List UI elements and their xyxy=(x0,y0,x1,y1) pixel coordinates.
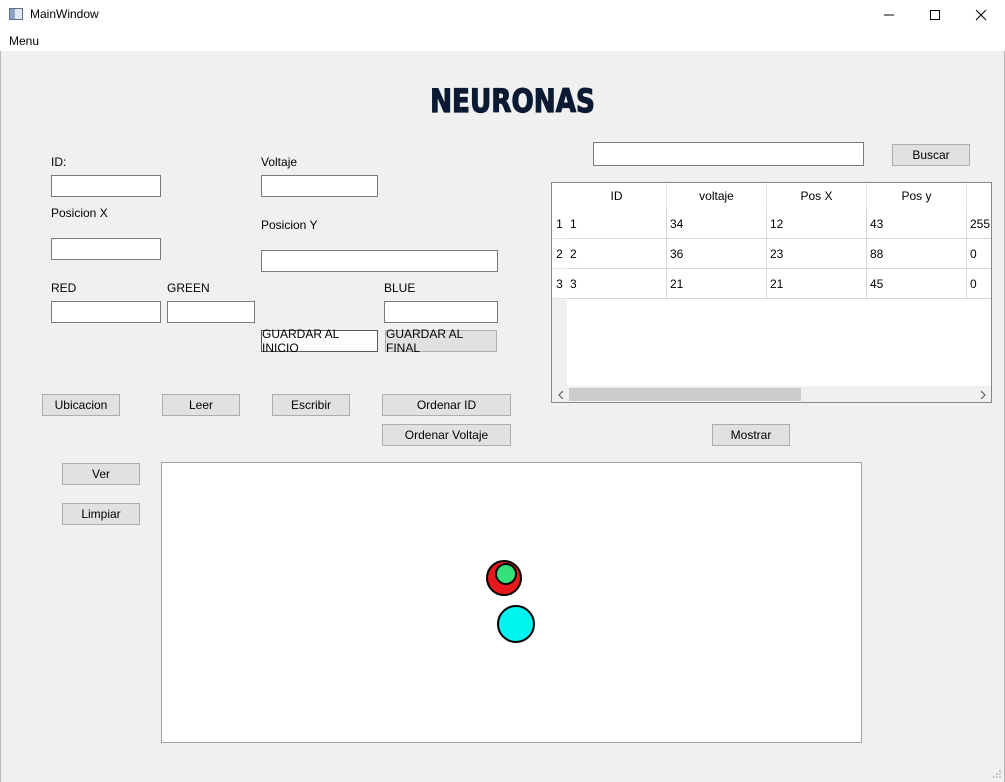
buscar-button[interactable]: Buscar xyxy=(892,144,970,166)
row-header-fill xyxy=(552,299,567,387)
title-bar: MainWindow xyxy=(0,0,1005,30)
limpiar-button[interactable]: Limpiar xyxy=(62,503,140,525)
posicion-x-input[interactable] xyxy=(51,238,161,260)
table-cell[interactable]: 34 xyxy=(667,209,767,239)
id-label: ID: xyxy=(51,155,67,169)
chevron-left-icon[interactable] xyxy=(552,386,569,402)
table-cell[interactable]: 12 xyxy=(767,209,867,239)
column-header-pos-x[interactable]: Pos X xyxy=(767,183,867,209)
row-header[interactable]: 3 xyxy=(552,269,567,299)
row-header[interactable]: 1 xyxy=(552,209,567,239)
resize-grip-icon[interactable] xyxy=(992,769,1002,779)
voltaje-label: Voltaje xyxy=(261,155,298,169)
search-input[interactable] xyxy=(593,142,864,166)
ubicacion-button[interactable]: Ubicacion xyxy=(42,394,120,416)
window-title: MainWindow xyxy=(30,7,99,21)
guardar-al-final-button[interactable]: GUARDAR AL FINAL xyxy=(385,327,497,355)
ordenar-voltaje-button[interactable]: Ordenar Voltaje xyxy=(382,424,511,446)
table-cell[interactable]: 0 xyxy=(967,239,991,269)
page-title: NEURONAS xyxy=(430,81,596,120)
table-cell[interactable]: 2 xyxy=(567,239,667,269)
column-header-voltaje[interactable]: voltaje xyxy=(667,183,767,209)
neuron-cyan-circle xyxy=(497,605,535,643)
maximize-button[interactable] xyxy=(912,0,958,30)
table-cell[interactable]: 23 xyxy=(767,239,867,269)
mostrar-button[interactable]: Mostrar xyxy=(712,424,790,446)
green-label: GREEN xyxy=(167,281,210,295)
blue-label: BLUE xyxy=(384,281,416,295)
table-cell[interactable]: 88 xyxy=(867,239,967,269)
close-button[interactable] xyxy=(958,0,1004,30)
table-cell[interactable]: 0 xyxy=(967,269,991,299)
posicion-x-label: Posicion X xyxy=(51,206,108,220)
row-header[interactable]: 2 xyxy=(552,239,567,269)
red-label: RED xyxy=(51,281,77,295)
table-cell[interactable]: 1 xyxy=(567,209,667,239)
voltaje-input[interactable] xyxy=(261,175,378,197)
posicion-y-label: Posicion Y xyxy=(261,218,318,232)
table-cell[interactable]: 45 xyxy=(867,269,967,299)
posicion-y-input[interactable] xyxy=(261,250,498,272)
ordenar-id-button[interactable]: Ordenar ID xyxy=(382,394,511,416)
column-header-pos-y[interactable]: Pos y xyxy=(867,183,967,209)
escribir-button[interactable]: Escribir xyxy=(272,394,350,416)
red-input[interactable] xyxy=(51,301,161,323)
green-input[interactable] xyxy=(167,301,255,323)
horizontal-scrollbar[interactable] xyxy=(552,386,991,402)
close-icon xyxy=(975,9,987,21)
ver-button[interactable]: Ver xyxy=(62,463,140,485)
menu-bar: Menu xyxy=(0,30,1005,51)
table-cell[interactable]: 21 xyxy=(667,269,767,299)
neuron-green-circle xyxy=(495,563,517,585)
blue-input[interactable] xyxy=(384,301,498,323)
neuron-table[interactable]: ID voltaje Pos X Pos y 1 2 3 1 34 12 43 … xyxy=(551,182,992,403)
column-header-partial[interactable] xyxy=(967,183,991,209)
window-border-left xyxy=(0,51,1,782)
table-cell[interactable]: 255 xyxy=(967,209,991,239)
neuron-scene xyxy=(486,560,535,643)
minimize-icon xyxy=(884,14,894,16)
table-corner xyxy=(552,183,567,209)
menu-item-menu[interactable]: Menu xyxy=(9,34,39,48)
id-input[interactable] xyxy=(51,175,161,197)
app-icon xyxy=(9,8,23,20)
scrollbar-thumb[interactable] xyxy=(569,388,801,401)
column-header-id[interactable]: ID xyxy=(567,183,667,209)
minimize-button[interactable] xyxy=(866,0,912,30)
table-cell[interactable]: 3 xyxy=(567,269,667,299)
graphics-view[interactable] xyxy=(161,462,862,743)
table-cell[interactable]: 36 xyxy=(667,239,767,269)
chevron-right-icon[interactable] xyxy=(974,386,991,402)
table-cell[interactable]: 21 xyxy=(767,269,867,299)
maximize-icon xyxy=(930,10,940,20)
leer-button[interactable]: Leer xyxy=(162,394,240,416)
table-cell[interactable]: 43 xyxy=(867,209,967,239)
guardar-al-inicio-button[interactable]: GUARDAR AL INICIO xyxy=(261,327,378,355)
